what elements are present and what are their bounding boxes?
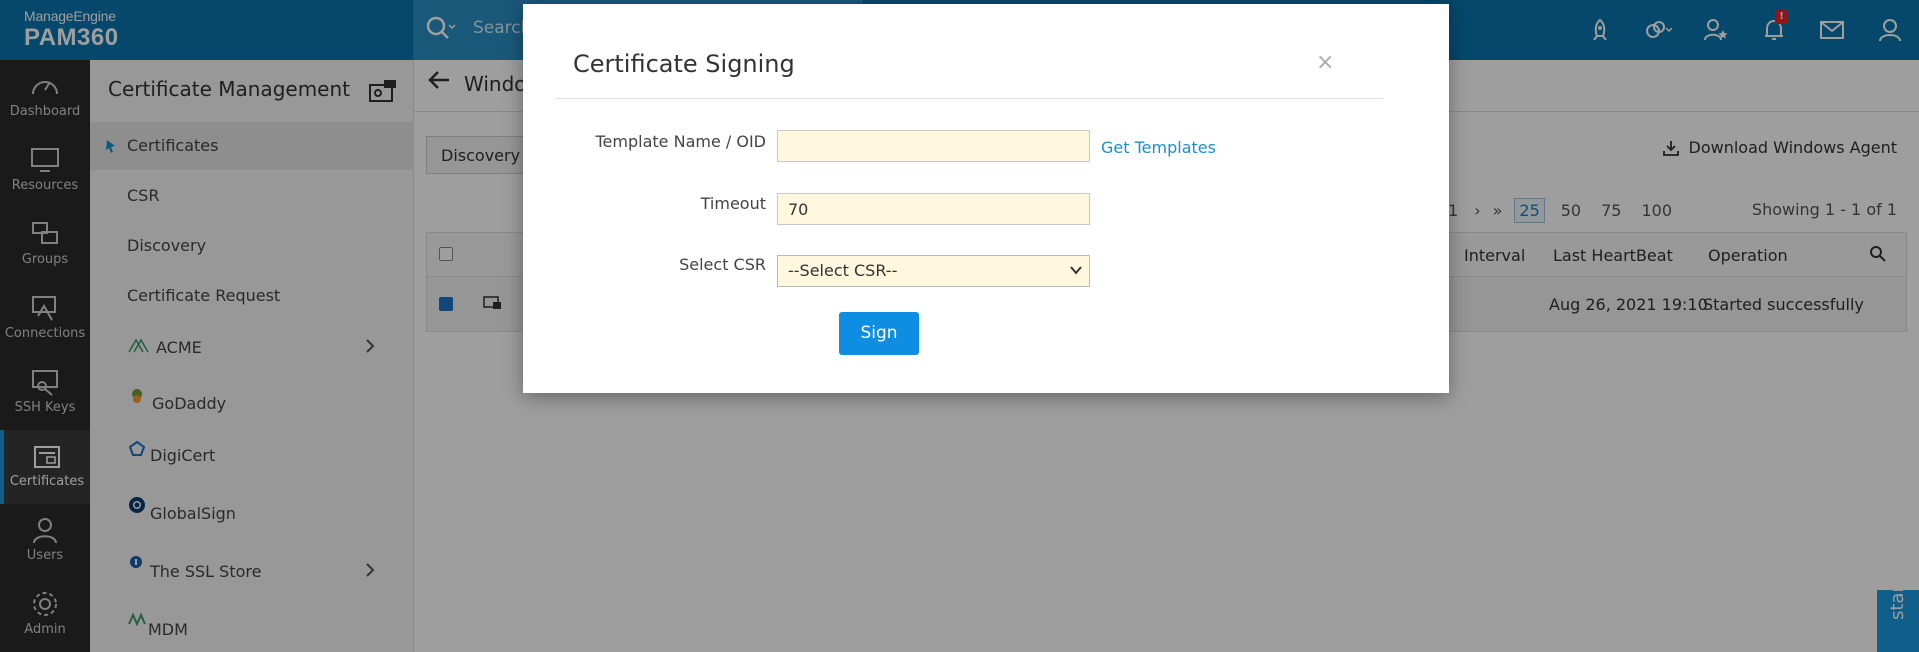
select-csr-value: --Select CSR--: [788, 261, 898, 280]
close-icon[interactable]: ×: [1316, 50, 1334, 75]
timeout-input[interactable]: [777, 193, 1090, 225]
certificate-signing-dialog: Certificate Signing × Template Name / OI…: [523, 4, 1449, 393]
template-name-input[interactable]: [777, 130, 1090, 162]
select-csr-label: Select CSR: [679, 255, 766, 274]
divider: [555, 98, 1383, 99]
dialog-title: Certificate Signing: [573, 50, 795, 78]
chevron-down-icon: [1070, 266, 1082, 275]
select-csr-dropdown[interactable]: --Select CSR--: [777, 255, 1090, 287]
template-name-label: Template Name / OID: [595, 132, 767, 151]
sign-button[interactable]: Sign: [839, 312, 919, 355]
get-templates-link[interactable]: Get Templates: [1101, 138, 1216, 157]
timeout-label: Timeout: [700, 194, 766, 213]
